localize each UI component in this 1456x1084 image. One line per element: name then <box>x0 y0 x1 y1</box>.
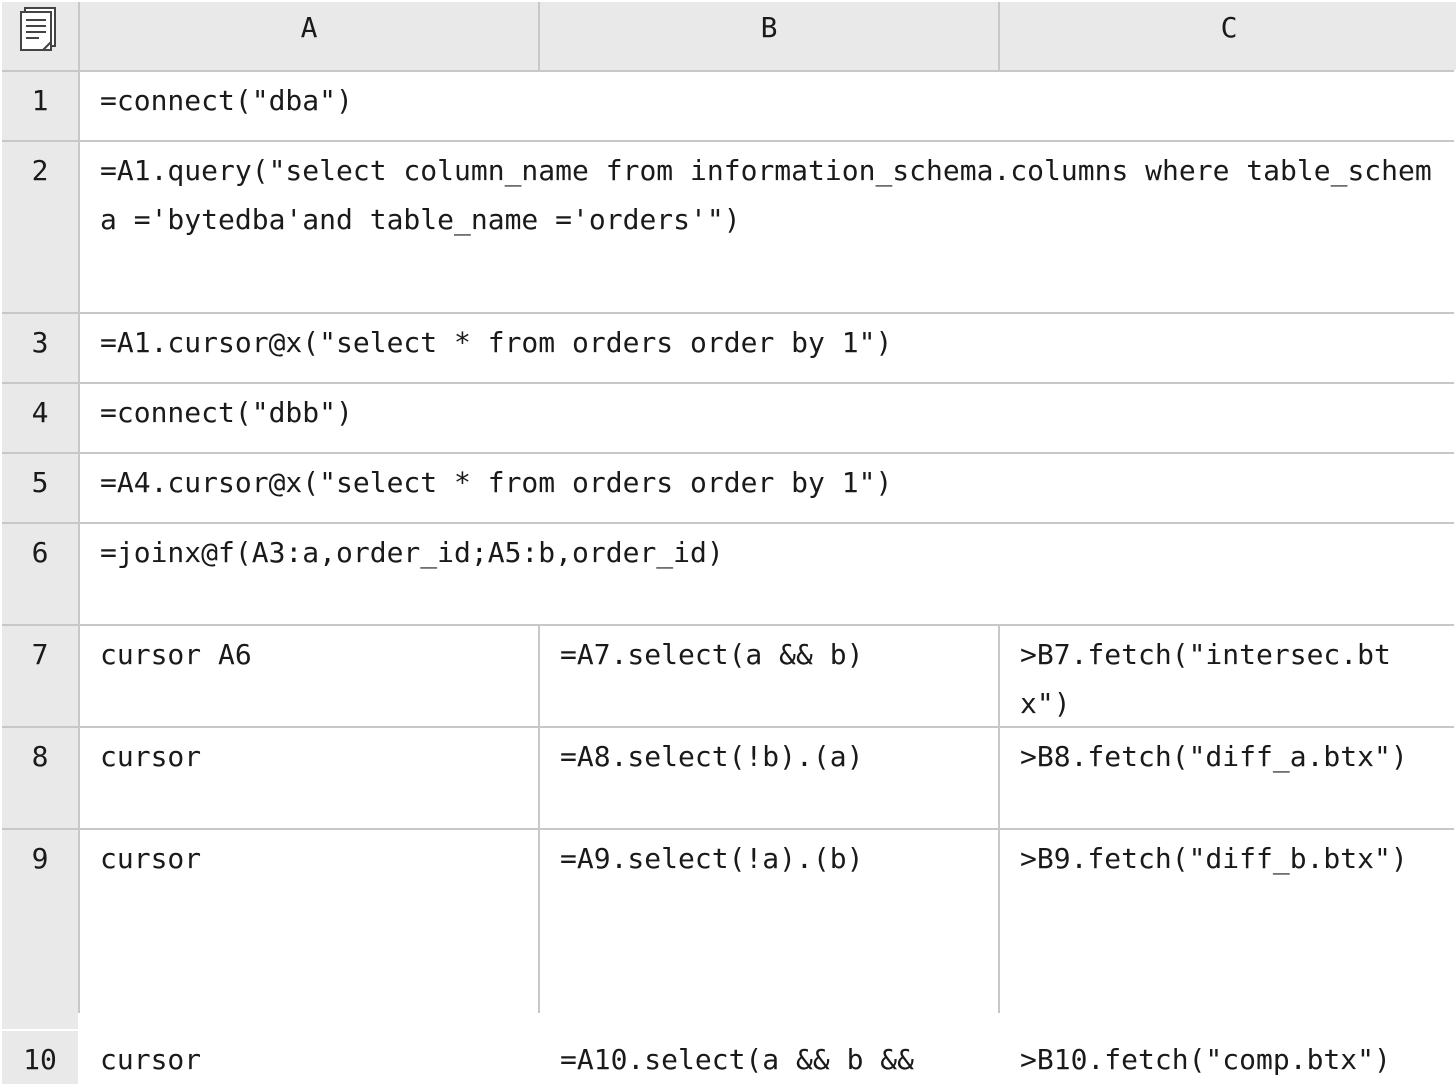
cell-c7[interactable]: >B7.fetch("intersec.btx") <box>1000 626 1456 726</box>
cell-a9[interactable]: cursor <box>80 830 538 1029</box>
cell-a1[interactable]: =connect("dba") <box>80 72 1456 140</box>
row-header[interactable]: 1 <box>2 72 78 140</box>
row-header[interactable]: 4 <box>2 384 78 452</box>
column-header-b[interactable]: B <box>540 2 998 70</box>
sheet-document-icon <box>20 7 56 51</box>
row-header[interactable]: 8 <box>2 728 78 828</box>
cell-c9[interactable]: >B9.fetch("diff_b.btx") <box>1000 830 1456 1029</box>
spreadsheet-grid: A B C 1 =connect("dba") 2 =A1.query("sel… <box>2 2 1456 1084</box>
row-header[interactable]: 7 <box>2 626 78 726</box>
row-header[interactable]: 2 <box>2 142 78 312</box>
cell-a4[interactable]: =connect("dbb") <box>80 384 1456 452</box>
cell-a6[interactable]: =joinx@f(A3:a,order_id;A5:b,order_id) <box>80 524 1456 624</box>
cell-a7[interactable]: cursor A6 <box>80 626 538 726</box>
row-header[interactable]: 5 <box>2 454 78 522</box>
cell-a8[interactable]: cursor <box>80 728 538 828</box>
cell-b9[interactable]: =A9.select(!a).(b) <box>540 830 998 1029</box>
row-header[interactable]: 6 <box>2 524 78 624</box>
cell-b7[interactable]: =A7.select(a && b) <box>540 626 998 726</box>
cell-c10[interactable]: >B10.fetch("comp.btx") <box>1000 1031 1456 1084</box>
cell-a2[interactable]: =A1.query("select column_name from infor… <box>80 142 1456 312</box>
cell-c8[interactable]: >B8.fetch("diff_a.btx") <box>1000 728 1456 828</box>
column-header-c[interactable]: C <box>1000 2 1456 70</box>
column-header-a[interactable]: A <box>80 2 538 70</box>
row-header[interactable]: 9 <box>2 830 78 1029</box>
cell-a10[interactable]: cursor <box>80 1031 538 1084</box>
cell-b10[interactable]: =A10.select(a && b && (${A2.(#1).("a."/~… <box>540 1031 998 1084</box>
row-header[interactable]: 3 <box>2 314 78 382</box>
cell-b8[interactable]: =A8.select(!b).(a) <box>540 728 998 828</box>
cell-a3[interactable]: =A1.cursor@x("select * from orders order… <box>80 314 1456 382</box>
cell-a5[interactable]: =A4.cursor@x("select * from orders order… <box>80 454 1456 522</box>
corner-cell[interactable] <box>2 2 78 70</box>
row-header[interactable]: 10 <box>2 1031 78 1084</box>
